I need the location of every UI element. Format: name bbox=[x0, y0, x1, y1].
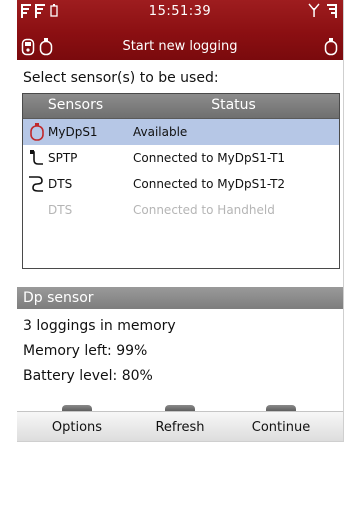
status-bar: 15:51:39 Start new logging bbox=[17, 0, 343, 60]
section-title: Dp sensor bbox=[23, 290, 94, 306]
sensor-name: MyDpS1 bbox=[48, 125, 98, 139]
table-header: Sensors Status bbox=[23, 94, 339, 119]
antenna-icon bbox=[308, 3, 320, 17]
continue-button[interactable]: Continue bbox=[231, 420, 331, 435]
sensor-row-dts[interactable]: DTS Connected to MyDpS1-T2 bbox=[23, 171, 339, 197]
page-title: Start new logging bbox=[122, 39, 238, 54]
probe-icon bbox=[324, 38, 338, 56]
column-header-status: Status bbox=[211, 97, 256, 113]
sensor-status: Connected to MyDpS1-T1 bbox=[133, 151, 286, 165]
sensor-name: DTS bbox=[48, 203, 73, 217]
sensor-row-dts-handheld: DTS Connected to Handheld bbox=[23, 197, 339, 223]
section-header: Dp sensor bbox=[17, 287, 343, 309]
sensor-name: SPTP bbox=[48, 151, 78, 165]
memory-left: Memory left: 99% bbox=[23, 343, 148, 359]
clock: 15:51:39 bbox=[148, 4, 212, 19]
signal-icon bbox=[327, 4, 337, 18]
sensor-status: Connected to MyDpS1-T2 bbox=[133, 177, 286, 191]
column-header-sensors: Sensors bbox=[47, 97, 104, 113]
sensor-table: Sensors Status MyDpS1 Available SPTP Con… bbox=[22, 93, 340, 269]
dp-sensor-icon bbox=[30, 123, 44, 141]
refresh-button[interactable]: Refresh bbox=[130, 420, 230, 435]
loggings-count: 3 loggings in memory bbox=[23, 318, 176, 334]
sensor-name: DTS bbox=[48, 177, 73, 191]
sensor-row-mydps1[interactable]: MyDpS1 Available bbox=[23, 119, 339, 145]
sensor-status: Connected to Handheld bbox=[133, 203, 275, 217]
softkey-bar: Options Refresh Continue bbox=[17, 405, 343, 441]
instruction-text: Select sensor(s) to be used: bbox=[23, 70, 219, 86]
sptp-probe-icon bbox=[30, 150, 43, 165]
options-button[interactable]: Options bbox=[27, 420, 127, 435]
dts-probe-icon bbox=[29, 176, 43, 192]
device-screen: 15:51:39 Start new logging Select sensor… bbox=[17, 0, 344, 442]
sensor-row-sptp[interactable]: SPTP Connected to MyDpS1-T1 bbox=[23, 145, 339, 171]
sensor-status: Available bbox=[133, 125, 188, 139]
battery-level: Battery level: 80% bbox=[23, 368, 153, 384]
